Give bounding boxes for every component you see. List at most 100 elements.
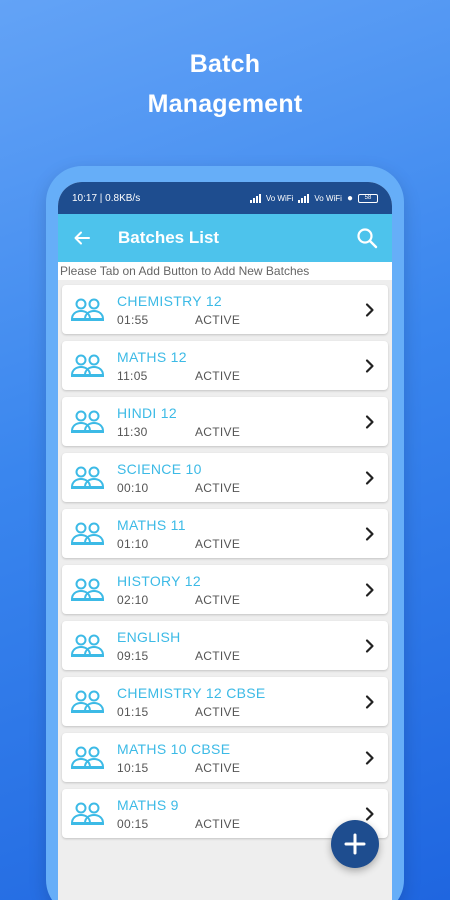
batch-meta: 01:15 ACTIVE — [117, 705, 362, 719]
batch-meta: 11:05 ACTIVE — [117, 369, 362, 383]
app-bar: Batches List — [58, 214, 392, 262]
batch-info: HISTORY 12 02:10 ACTIVE — [117, 573, 362, 607]
group-icon — [70, 634, 105, 657]
batch-name: ENGLISH — [117, 628, 181, 645]
plus-icon — [344, 833, 366, 855]
batch-list-item[interactable]: MATHS 12 11:05 ACTIVE — [62, 341, 388, 390]
signal-icon-2 — [298, 193, 310, 203]
volte-label-1: Vo WiFi — [265, 193, 294, 203]
group-icon — [70, 746, 105, 769]
chevron-right-icon — [365, 414, 374, 429]
batch-name: HINDI 12 — [117, 404, 177, 421]
chevron-right-icon — [365, 526, 374, 541]
page-title: Batches List — [118, 228, 220, 247]
batch-time: 02:10 — [117, 592, 149, 607]
batch-time: 11:05 — [117, 368, 148, 383]
volte-label-2: Vo WiFi — [314, 193, 342, 203]
batch-time: 10:15 — [117, 760, 149, 775]
batch-info: HINDI 12 11:30 ACTIVE — [117, 405, 362, 439]
batch-name: MATHS 9 — [117, 796, 179, 813]
batch-time: 01:15 — [117, 704, 149, 719]
batch-status: ACTIVE — [195, 592, 241, 607]
batch-meta: 01:10 ACTIVE — [117, 537, 362, 551]
batch-status: ACTIVE — [195, 648, 241, 663]
batch-status: ACTIVE — [195, 368, 241, 383]
wifi-icon: ● — [346, 192, 353, 204]
batch-status: ACTIVE — [195, 704, 241, 719]
group-icon — [70, 354, 105, 377]
group-icon — [70, 522, 105, 545]
group-icon — [70, 466, 105, 489]
battery-level: 58 — [364, 194, 372, 201]
batch-list-item[interactable]: HINDI 12 11:30 ACTIVE — [62, 397, 388, 446]
batch-list-item[interactable]: MATHS 11 01:10 ACTIVE — [62, 509, 388, 558]
chevron-right-icon — [365, 470, 374, 485]
batch-meta: 10:15 ACTIVE — [117, 761, 362, 775]
status-time-speed: 10:17 | 0.8KB/s — [72, 192, 141, 204]
group-icon — [70, 298, 105, 321]
batch-status: ACTIVE — [195, 816, 241, 831]
batch-info: ENGLISH 09:15 ACTIVE — [117, 629, 362, 663]
batch-status: ACTIVE — [195, 760, 241, 775]
search-icon[interactable] — [354, 225, 380, 251]
batch-list-item[interactable]: HISTORY 12 02:10 ACTIVE — [62, 565, 388, 614]
batch-status: ACTIVE — [195, 480, 241, 495]
batch-name: SCIENCE 10 — [117, 460, 202, 477]
status-icons: Vo WiFi Vo WiFi ● 58 — [249, 192, 378, 204]
group-icon — [70, 578, 105, 601]
batch-time: 09:15 — [117, 648, 149, 663]
batch-list-item[interactable]: ENGLISH 09:15 ACTIVE — [62, 621, 388, 670]
batch-status: ACTIVE — [195, 312, 241, 327]
batch-list-item[interactable]: CHEMISTRY 12 01:55 ACTIVE — [62, 285, 388, 334]
chevron-right-icon — [365, 638, 374, 653]
batch-meta: 00:10 ACTIVE — [117, 481, 362, 495]
chevron-right-icon — [365, 806, 374, 821]
batch-time: 00:10 — [117, 480, 149, 495]
group-icon — [70, 690, 105, 713]
status-bar: 10:17 | 0.8KB/s Vo WiFi Vo WiFi ● 58 — [58, 182, 392, 214]
batch-list-item[interactable]: MATHS 10 CBSE 10:15 ACTIVE — [62, 733, 388, 782]
batch-info: MATHS 9 00:15 ACTIVE — [117, 797, 362, 831]
batch-list-item[interactable]: CHEMISTRY 12 CBSE 01:15 ACTIVE — [62, 677, 388, 726]
batch-info: MATHS 10 CBSE 10:15 ACTIVE — [117, 741, 362, 775]
batch-info: CHEMISTRY 12 CBSE 01:15 ACTIVE — [117, 685, 362, 719]
batch-list: CHEMISTRY 12 01:55 ACTIVE MATHS 12 11:05… — [58, 285, 392, 838]
chevron-right-icon — [365, 582, 374, 597]
batch-time: 01:55 — [117, 312, 149, 327]
batch-list-item[interactable]: SCIENCE 10 00:10 ACTIVE — [62, 453, 388, 502]
battery-icon: 58 — [358, 193, 378, 203]
batch-info: MATHS 12 11:05 ACTIVE — [117, 349, 362, 383]
hero-title-line1: Batch — [189, 50, 261, 78]
batch-info: CHEMISTRY 12 01:55 ACTIVE — [117, 293, 362, 327]
batch-status: ACTIVE — [195, 424, 241, 439]
app-screen: 10:17 | 0.8KB/s Vo WiFi Vo WiFi ● 58 Bat… — [58, 182, 392, 900]
batch-info: SCIENCE 10 00:10 ACTIVE — [117, 461, 362, 495]
arrow-left-icon[interactable] — [70, 226, 94, 250]
batch-time: 11:30 — [117, 424, 148, 439]
group-icon — [70, 410, 105, 433]
add-batch-button[interactable] — [331, 820, 379, 868]
chevron-right-icon — [365, 750, 374, 765]
batch-name: MATHS 12 — [117, 348, 187, 365]
chevron-right-icon — [365, 694, 374, 709]
batch-meta: 01:55 ACTIVE — [117, 313, 362, 327]
batch-name: MATHS 10 CBSE — [117, 740, 231, 757]
group-icon — [70, 802, 105, 825]
chevron-right-icon — [365, 358, 374, 373]
batch-meta: 09:15 ACTIVE — [117, 649, 362, 663]
chevron-right-icon — [365, 302, 374, 317]
batch-status: ACTIVE — [195, 536, 241, 551]
batch-name: HISTORY 12 — [117, 572, 201, 589]
batch-name: MATHS 11 — [117, 516, 186, 533]
instruction-text: Please Tab on Add Button to Add New Batc… — [58, 262, 392, 280]
hero-title-line2: Management — [147, 90, 303, 118]
batch-time: 01:10 — [117, 536, 149, 551]
batch-name: CHEMISTRY 12 — [117, 292, 223, 309]
batch-name: CHEMISTRY 12 CBSE — [117, 684, 266, 701]
batch-meta: 02:10 ACTIVE — [117, 593, 362, 607]
batch-time: 00:15 — [117, 816, 149, 831]
batch-meta: 00:15 ACTIVE — [117, 817, 362, 831]
signal-icon — [249, 193, 261, 203]
batch-meta: 11:30 ACTIVE — [117, 425, 362, 439]
batch-info: MATHS 11 01:10 ACTIVE — [117, 517, 362, 551]
